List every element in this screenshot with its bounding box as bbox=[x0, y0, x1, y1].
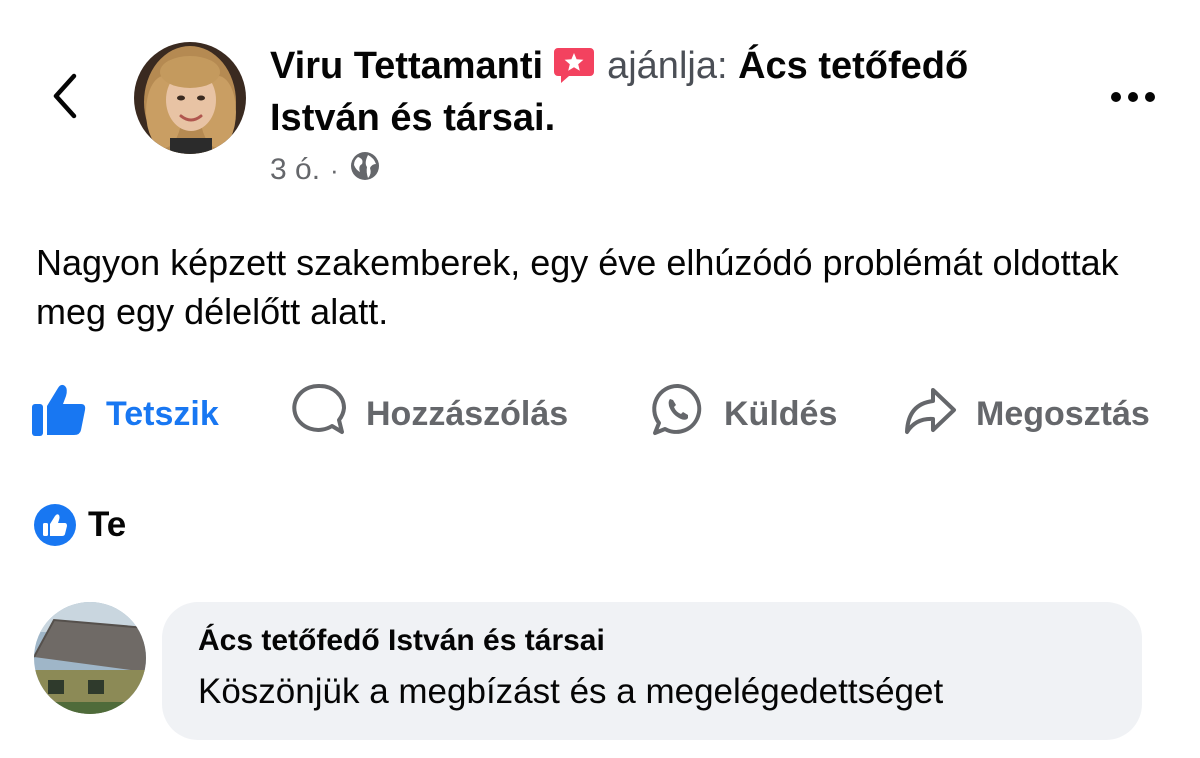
recommend-verb: ajánlja: bbox=[607, 45, 728, 87]
comment-button[interactable]: Hozzászólás bbox=[292, 382, 569, 447]
more-options-button[interactable] bbox=[1098, 82, 1168, 112]
back-button[interactable] bbox=[40, 66, 90, 126]
author-name[interactable]: Viru Tettamanti bbox=[270, 45, 543, 87]
commenter-avatar[interactable] bbox=[34, 602, 146, 714]
post-meta: 3 ó. · bbox=[270, 152, 381, 188]
comment-text: Köszönjük a megbízást és a megelégedetts… bbox=[198, 672, 944, 711]
like-reaction-icon bbox=[34, 504, 76, 546]
globe-icon bbox=[349, 150, 381, 190]
chevron-left-icon bbox=[53, 73, 77, 119]
reactions-summary[interactable]: Te bbox=[34, 502, 126, 548]
comment-label: Hozzászólás bbox=[366, 394, 569, 433]
author-avatar[interactable] bbox=[134, 42, 246, 154]
comment-bubble bbox=[162, 602, 1142, 740]
share-label: Megosztás bbox=[976, 394, 1150, 433]
comment-author[interactable]: Ács tetőfedő István és társai bbox=[198, 624, 605, 658]
more-dot-icon bbox=[1111, 92, 1121, 102]
post-time[interactable]: 3 ó. bbox=[270, 153, 320, 187]
more-dot-icon bbox=[1128, 92, 1138, 102]
comment-bubble-icon bbox=[292, 382, 348, 447]
reactor-name: Te bbox=[88, 505, 127, 544]
more-dot-icon bbox=[1145, 92, 1155, 102]
share-arrow-icon bbox=[902, 382, 958, 447]
like-button[interactable]: Tetszik bbox=[30, 384, 219, 444]
meta-separator: · bbox=[330, 154, 339, 185]
post-text: Nagyon képzett szakemberek, egy éve elhú… bbox=[36, 242, 1119, 332]
share-button[interactable]: Megosztás bbox=[902, 384, 1150, 444]
thumbs-up-icon bbox=[30, 382, 88, 447]
send-label: Küldés bbox=[724, 394, 838, 433]
post-headline: Viru Tettamanti ajánlja: Ács tetőfedő Is… bbox=[270, 40, 1080, 144]
recommend-icon bbox=[553, 46, 595, 84]
send-button[interactable]: Küldés bbox=[650, 382, 838, 447]
whatsapp-icon bbox=[650, 382, 706, 447]
like-label: Tetszik bbox=[106, 394, 219, 433]
